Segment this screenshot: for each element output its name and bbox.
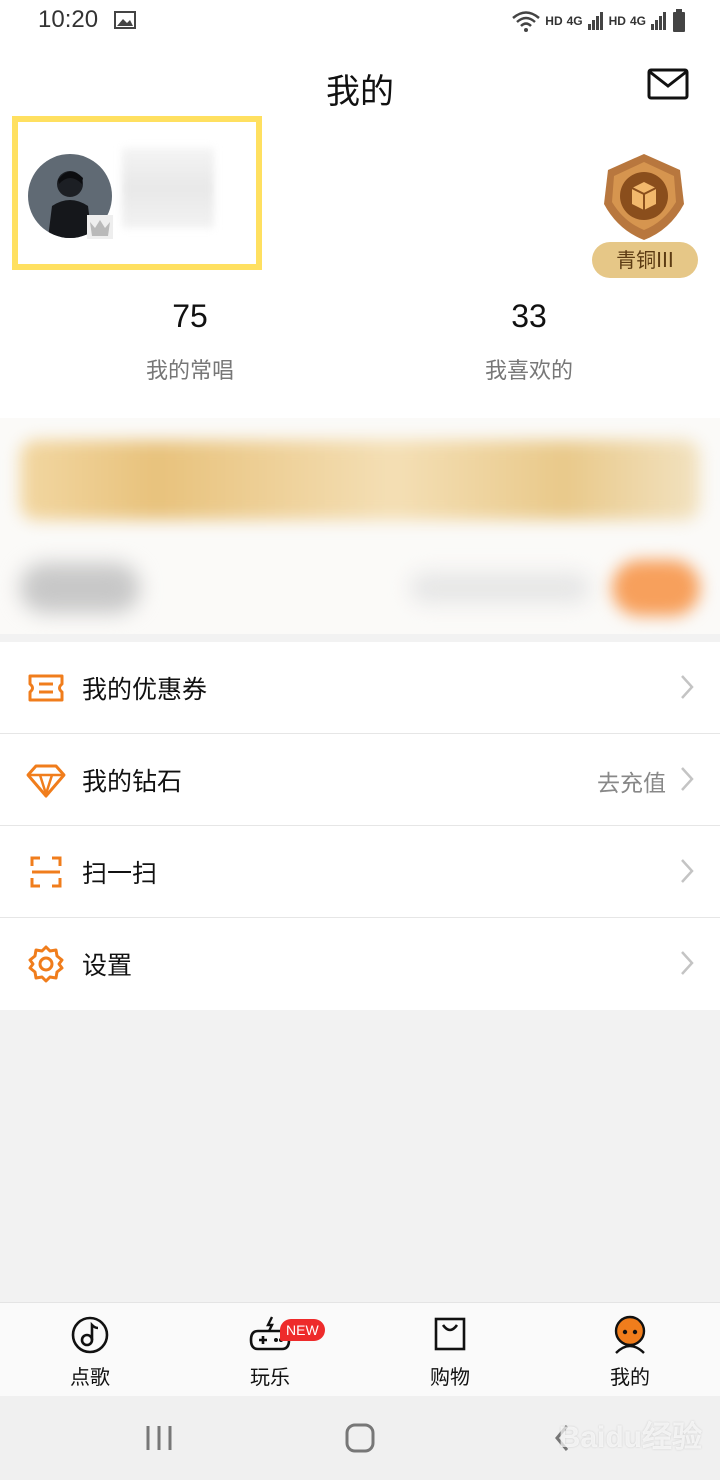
- stat-frequently-sung[interactable]: 75 我的常唱: [70, 298, 310, 385]
- shopping-bag-icon: [434, 1317, 466, 1351]
- tab-shopping[interactable]: 购物: [360, 1303, 540, 1397]
- tab-label: 玩乐: [250, 1365, 290, 1389]
- menu-item-label: 扫一扫: [82, 859, 158, 888]
- tab-mine[interactable]: 我的: [540, 1303, 720, 1397]
- image-icon: [114, 11, 136, 29]
- menu-item-label: 设置: [82, 951, 133, 980]
- chevron-right-icon: [681, 675, 694, 699]
- stat-liked[interactable]: 33 我喜欢的: [409, 298, 649, 385]
- tab-label: 点歌: [70, 1365, 110, 1389]
- chevron-right-icon: [681, 951, 694, 975]
- menu-item-coupons[interactable]: 我的优惠券: [0, 642, 720, 734]
- menu-item-scan[interactable]: 扫一扫: [0, 826, 720, 918]
- bottom-tab-bar: 点歌 NEW 玩乐 购物 我的: [0, 1302, 720, 1396]
- new-badge: NEW: [280, 1319, 325, 1341]
- blurred-action-button[interactable]: [612, 560, 700, 616]
- page-title: 我的: [326, 72, 394, 112]
- rank-badge[interactable]: 青铜III: [592, 242, 698, 278]
- tab-label: 我的: [610, 1365, 650, 1389]
- username-blurred: [122, 148, 214, 228]
- bronze-rank-emblem-icon[interactable]: [596, 152, 692, 242]
- battery-icon: [673, 9, 685, 32]
- status-time: 10:20: [38, 6, 99, 33]
- status-indicators: HD 4G HD 4G: [511, 6, 686, 36]
- network-label: HD: [608, 14, 626, 28]
- settings-menu: 我的优惠券 我的钻石 去充值 扫一扫 设置: [0, 642, 720, 1010]
- recent-apps-icon[interactable]: [144, 1422, 174, 1454]
- menu-item-diamonds[interactable]: 我的钻石 去充值: [0, 734, 720, 826]
- blurred-content: [410, 573, 590, 603]
- watermark: Baidu经验: [558, 1421, 702, 1454]
- scan-icon: [30, 856, 62, 888]
- stat-label: 我喜欢的: [484, 359, 573, 384]
- network-label: HD: [545, 14, 563, 28]
- system-nav-bar: Baidu经验: [0, 1396, 720, 1480]
- menu-item-label: 我的钻石: [82, 767, 183, 796]
- promo-banner-blurred[interactable]: [20, 440, 700, 520]
- signal-icon: [651, 12, 666, 30]
- tab-song-request[interactable]: 点歌: [0, 1303, 180, 1397]
- menu-item-label: 我的优惠券: [82, 675, 208, 704]
- mail-icon[interactable]: [646, 66, 690, 102]
- status-bar: 10:20 HD 4G HD 4G: [0, 0, 720, 44]
- coupon-icon: [28, 674, 64, 702]
- music-note-icon: [71, 1316, 109, 1354]
- network-label: 4G: [629, 14, 646, 28]
- menu-item-settings[interactable]: 设置: [0, 918, 720, 1010]
- recharge-link[interactable]: 去充值: [597, 764, 666, 798]
- crown-badge-icon: [87, 215, 113, 239]
- chevron-right-icon: [681, 767, 694, 791]
- profile-header: 我的 青铜III 75 我的常唱 33 我喜欢的: [0, 44, 720, 418]
- tab-label: 购物: [430, 1365, 470, 1389]
- stat-value: 33: [511, 298, 547, 334]
- stat-label: 我的常唱: [145, 359, 234, 384]
- chevron-right-icon: [681, 859, 694, 883]
- signal-icon: [587, 12, 603, 30]
- home-icon[interactable]: [344, 1422, 376, 1454]
- wifi-icon: [512, 11, 541, 32]
- diamond-icon: [26, 764, 66, 799]
- profile-face-icon: [614, 1315, 646, 1354]
- gear-icon: [28, 945, 64, 983]
- blurred-promo-area: [0, 418, 720, 634]
- blurred-content: [20, 563, 140, 613]
- stat-value: 75: [172, 298, 208, 334]
- tab-play[interactable]: NEW 玩乐: [180, 1303, 360, 1397]
- network-label: 4G: [566, 14, 583, 28]
